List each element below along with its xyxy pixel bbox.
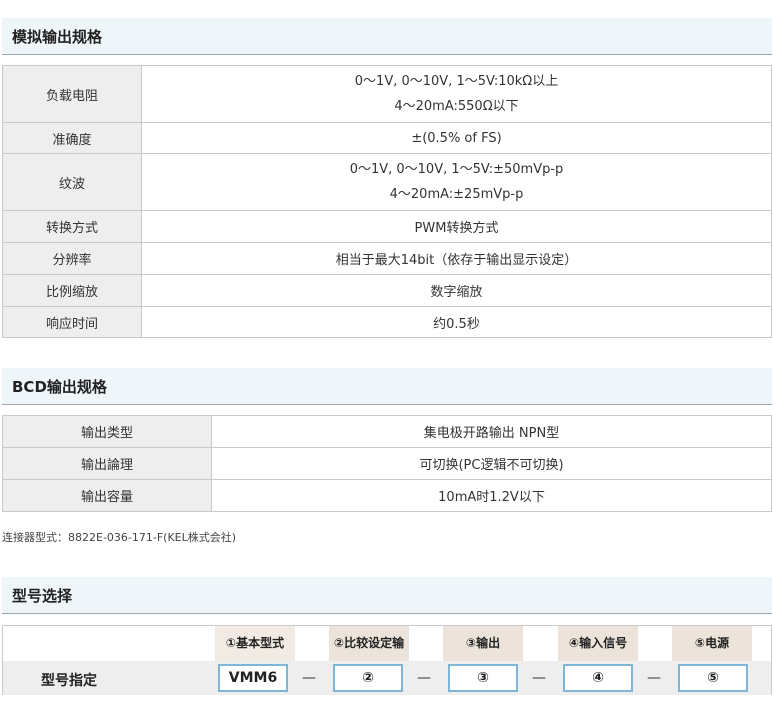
table-row: 纹波 0～1V, 0～10V, 1～5V:±50mVp-p 4～20mA:±25… <box>2 153 772 211</box>
row-value: 0～1V, 0～10V, 1～5V:±50mVp-p 4～20mA:±25mVp… <box>141 153 772 211</box>
row-label: 输出論理 <box>2 447 212 480</box>
analog-section-title: 模拟输出规格 <box>12 28 103 46</box>
table-row: 负载电阻 0～1V, 0～10V, 1～5V:10kΩ以上 4～20mA:550… <box>2 65 772 123</box>
bcd-section-header: BCD输出规格 <box>2 368 772 405</box>
power-input[interactable]: ⑤ <box>678 664 748 692</box>
header-input-signal: ④输入信号 <box>558 626 638 661</box>
table-row: 输出类型 集电极开路输出 NPN型 <box>2 415 772 448</box>
row-label: 响应时间 <box>2 306 142 338</box>
model-spec-label: 型号指定 <box>41 673 97 689</box>
compare-output-input[interactable]: ② <box>333 664 403 692</box>
value-line: 0～1V, 0～10V, 1～5V:10kΩ以上 <box>354 74 559 89</box>
table-row: 输出容量 10mA时1.2V以下 <box>2 479 772 512</box>
header-power: ⑤电源 <box>672 626 752 661</box>
header-output: ③输出 <box>443 626 523 661</box>
row-label: 比例缩放 <box>2 274 142 307</box>
row-value: 相当于最大14bit（依存于输出显示设定） <box>141 242 772 275</box>
row-label: 输出容量 <box>2 479 212 512</box>
row-label: 输出类型 <box>2 415 212 448</box>
analog-spec-table: 负载电阻 0～1V, 0～10V, 1～5V:10kΩ以上 4～20mA:550… <box>2 65 772 338</box>
value-line: 4～20mA:±25mVp-p <box>389 187 524 202</box>
separator: — <box>647 670 661 686</box>
row-value: 数字缩放 <box>141 274 772 307</box>
row-value: ±(0.5% of FS) <box>141 122 772 154</box>
input-signal-input[interactable]: ④ <box>563 664 633 692</box>
model-section-header: 型号选择 <box>2 577 772 614</box>
row-value: PWM转换方式 <box>141 210 772 243</box>
header-compare-output: ②比较设定输出 <box>329 626 409 685</box>
header-basic-type: ①基本型式 <box>215 626 295 661</box>
model-selector: 型号指定 ①基本型式 ②比较设定输出 ③输出 ④输入信号 ⑤电源 VMM6 — … <box>2 625 772 695</box>
connector-note: 连接器型式：8822E-036-171-F(KEL株式会社) <box>2 531 237 544</box>
table-row: 分辨率 相当于最大14bit（依存于输出显示设定） <box>2 242 772 275</box>
value-line: 0～1V, 0～10V, 1～5V:±50mVp-p <box>349 162 564 177</box>
basic-type-box: VMM6 <box>218 664 288 692</box>
row-label: 转换方式 <box>2 210 142 243</box>
table-row: 转换方式 PWM转换方式 <box>2 210 772 243</box>
row-label: 负载电阻 <box>2 65 142 123</box>
row-value: 10mA时1.2V以下 <box>211 479 772 512</box>
table-row: 响应时间 约0.5秒 <box>2 306 772 338</box>
row-label: 准确度 <box>2 122 142 154</box>
row-value: 可切换(PC逻辑不可切换) <box>211 447 772 480</box>
analog-section-header: 模拟输出规格 <box>2 18 772 55</box>
row-value: 0～1V, 0～10V, 1～5V:10kΩ以上 4～20mA:550Ω以下 <box>141 65 772 123</box>
table-row: 准确度 ±(0.5% of FS) <box>2 122 772 154</box>
model-section-title: 型号选择 <box>12 587 73 605</box>
row-label: 纹波 <box>2 153 142 211</box>
separator: — <box>532 670 546 686</box>
bcd-spec-table: 输出类型 集电极开路输出 NPN型 输出論理 可切换(PC逻辑不可切换) 输出容… <box>2 415 772 512</box>
table-row: 比例缩放 数字缩放 <box>2 274 772 307</box>
row-value: 约0.5秒 <box>141 306 772 338</box>
output-input[interactable]: ③ <box>448 664 518 692</box>
value-line: 4～20mA:550Ω以下 <box>394 99 519 114</box>
table-row: 输出論理 可切换(PC逻辑不可切换) <box>2 447 772 480</box>
separator: — <box>417 670 431 686</box>
separator: — <box>302 670 316 686</box>
bcd-section-title: BCD输出规格 <box>12 378 107 396</box>
row-value: 集电极开路输出 NPN型 <box>211 415 772 448</box>
row-label: 分辨率 <box>2 242 142 275</box>
